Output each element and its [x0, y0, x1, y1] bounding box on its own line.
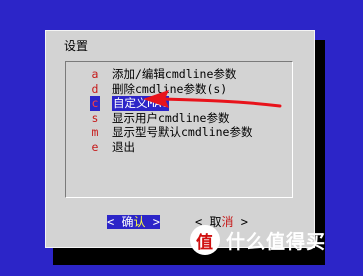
hotkey-a: a: [91, 67, 99, 81]
settings-dialog: 设置 a 添加/编辑cmdline参数 d 删除cmdline参数(s) c 自…: [45, 30, 315, 248]
ok-bracket-close: >: [152, 215, 160, 229]
annotation-arrow-icon: [143, 90, 282, 108]
menu-item-label: 退出: [112, 139, 135, 154]
hotkey-d: d: [91, 81, 99, 96]
watermark: 值 什么值得买: [190, 225, 326, 255]
ok-button[interactable]: < 确认 >: [107, 215, 160, 230]
ok-accel: 认: [133, 215, 146, 229]
dialog-title: 设置: [64, 39, 89, 53]
hotkey-c: c: [90, 96, 100, 111]
menu-item-label: 添加/编辑cmdline参数: [112, 67, 237, 81]
hotkey-e: e: [91, 139, 99, 154]
hotkey-s: s: [91, 110, 99, 125]
menu-item-label: 显示型号默认cmdline参数: [112, 125, 253, 139]
watermark-logo-icon: 值: [190, 225, 220, 255]
ok-text: 确: [121, 215, 134, 229]
hotkey-m: m: [91, 125, 99, 139]
watermark-text: 什么值得买: [226, 230, 327, 253]
menu-item-label: 显示用户cmdline参数: [112, 110, 230, 125]
